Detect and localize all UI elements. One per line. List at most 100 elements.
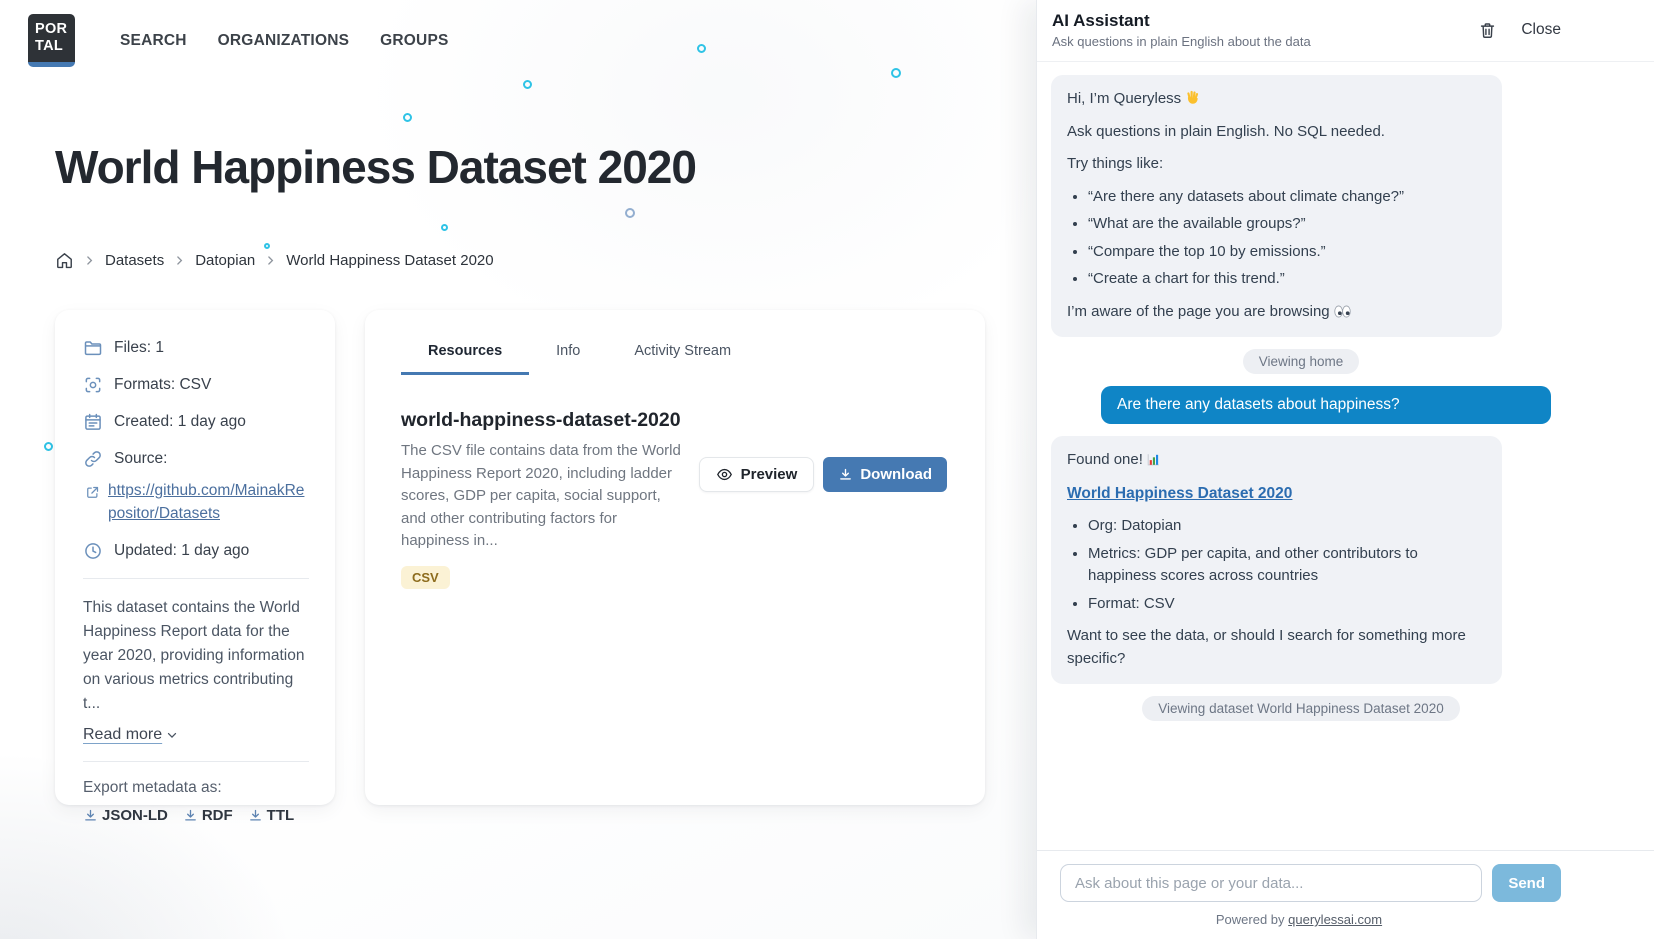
assistant-subtitle: Ask questions in plain English about the… — [1052, 34, 1311, 49]
export-ttl-link[interactable]: TTL — [248, 807, 295, 824]
chevron-right-icon — [173, 254, 186, 267]
trash-icon — [1478, 21, 1497, 40]
nav-item-organizations[interactable]: ORGANIZATIONS — [218, 32, 349, 50]
formats-value: Formats: CSV — [114, 376, 211, 394]
assistant-welcome-message: Hi, I’m Queryless Ask questions in plain… — [1051, 75, 1502, 337]
welcome-greeting: Hi, I’m Queryless — [1067, 90, 1181, 107]
resource-actions: Preview Download — [699, 457, 947, 492]
suggestion-item: “Are there any datasets about climate ch… — [1088, 186, 1486, 209]
nav-item-search[interactable]: SEARCH — [120, 32, 187, 50]
welcome-line3: Try things like: — [1067, 153, 1486, 176]
files-row: Files: 1 — [83, 338, 309, 358]
chevron-right-icon — [83, 254, 96, 267]
created-value: Created: 1 day ago — [114, 413, 246, 431]
read-more-link[interactable]: Read more — [83, 726, 179, 744]
source-link[interactable]: https://github.com/MainakRepositor/Datas… — [108, 479, 309, 526]
link-icon — [83, 449, 103, 469]
decorative-ring — [523, 80, 532, 89]
export-rdf-link[interactable]: RDF — [183, 807, 233, 824]
format-badge: CSV — [401, 566, 450, 589]
queryless-link[interactable]: querylessai.com — [1288, 912, 1382, 927]
chevron-right-icon — [264, 254, 277, 267]
export-format-label: TTL — [267, 807, 295, 824]
result-detail-item: Metrics: GDP per capita, and other contr… — [1088, 543, 1486, 588]
chevron-down-icon — [165, 728, 179, 742]
tab-info[interactable]: Info — [529, 332, 607, 375]
divider — [83, 578, 309, 579]
breadcrumb-current: World Happiness Dataset 2020 — [286, 252, 493, 269]
source-label: Source: — [114, 450, 167, 468]
export-format-label: RDF — [202, 807, 233, 824]
send-button[interactable]: Send — [1492, 864, 1561, 902]
context-pill-viewing-home: Viewing home — [1243, 349, 1360, 374]
main-content: POR TAL SEARCH ORGANIZATIONS GROUPS Worl… — [0, 0, 1036, 939]
files-value: Files: 1 — [114, 339, 164, 357]
decorative-ring — [403, 113, 412, 122]
chat-input-bar: Send Powered by querylessai.com — [1037, 850, 1654, 939]
user-message: Are there any datasets about happiness? — [1101, 386, 1551, 424]
source-link-row: https://github.com/MainakRepositor/Datas… — [85, 479, 309, 526]
resource-item: world-happiness-dataset-2020 The CSV fil… — [401, 409, 949, 589]
chat-input[interactable] — [1060, 864, 1482, 902]
read-more-label: Read more — [83, 726, 162, 744]
decorative-ring — [264, 243, 270, 249]
suggestion-item: “Compare the top 10 by emissions.” — [1088, 241, 1486, 264]
chat-messages[interactable]: Hi, I’m Queryless Ask questions in plain… — [1037, 62, 1561, 850]
close-button[interactable]: Close — [1521, 21, 1561, 39]
assistant-result-message: Found one! World Happiness Dataset 2020 … — [1051, 436, 1502, 684]
wave-emoji-icon — [1184, 89, 1201, 106]
updated-row: Updated: 1 day ago — [83, 541, 309, 561]
page-title: World Happiness Dataset 2020 — [55, 140, 696, 194]
tab-bar: Resources Info Activity Stream — [401, 332, 949, 375]
decorative-ring — [44, 442, 53, 451]
tab-activity-stream[interactable]: Activity Stream — [607, 332, 758, 375]
preview-button[interactable]: Preview — [699, 457, 815, 492]
export-metadata-label: Export metadata as: — [83, 779, 309, 797]
export-jsonld-link[interactable]: JSON-LD — [83, 807, 168, 824]
divider — [83, 761, 309, 762]
breadcrumb-datasets[interactable]: Datasets — [105, 252, 164, 269]
logo-text-line2: TAL — [35, 38, 75, 55]
suggestion-list: “Are there any datasets about climate ch… — [1067, 186, 1486, 291]
clear-chat-button[interactable] — [1478, 21, 1497, 40]
export-format-label: JSON-LD — [102, 807, 168, 824]
export-links: JSON-LD RDF TTL — [83, 807, 309, 824]
resource-description: The CSV file contains data from the Worl… — [401, 440, 686, 553]
dataset-result-link[interactable]: World Happiness Dataset 2020 — [1067, 485, 1292, 502]
nav-links: SEARCH ORGANIZATIONS GROUPS — [120, 32, 449, 50]
powered-by-label: Powered by — [1216, 912, 1288, 927]
result-detail-list: Org: Datopian Metrics: GDP per capita, a… — [1067, 515, 1486, 615]
welcome-closing: I’m aware of the page you are browsing — [1067, 303, 1330, 320]
result-intro: Found one! — [1067, 451, 1143, 468]
bar-chart-emoji-icon — [1146, 452, 1161, 467]
assistant-title: AI Assistant — [1052, 11, 1311, 31]
download-button[interactable]: Download — [823, 457, 947, 492]
clock-icon — [83, 541, 103, 561]
result-detail-item: Format: CSV — [1088, 593, 1486, 616]
external-link-icon — [85, 485, 100, 500]
download-label: Download — [860, 466, 932, 483]
tab-resources[interactable]: Resources — [401, 332, 529, 375]
download-icon — [183, 808, 198, 823]
powered-by: Powered by querylessai.com — [1037, 908, 1561, 939]
folder-icon — [83, 338, 103, 358]
ai-assistant-panel: AI Assistant Ask questions in plain Engl… — [1036, 0, 1654, 939]
dataset-info-card: Files: 1 Formats: CSV Created: 1 day ago… — [55, 310, 335, 805]
logo-text-line1: POR — [35, 21, 75, 38]
portal-logo[interactable]: POR TAL — [28, 14, 75, 67]
context-pill-viewing-dataset: Viewing dataset World Happiness Dataset … — [1142, 696, 1459, 721]
eye-icon — [716, 466, 733, 483]
nav-item-groups[interactable]: GROUPS — [380, 32, 448, 50]
resource-name: world-happiness-dataset-2020 — [401, 409, 949, 432]
dataset-description: This dataset contains the World Happines… — [83, 596, 309, 716]
top-navigation: POR TAL SEARCH ORGANIZATIONS GROUPS — [28, 14, 449, 67]
home-icon[interactable] — [55, 251, 74, 270]
decorative-ring — [625, 208, 635, 218]
suggestion-item: “Create a chart for this trend.” — [1088, 268, 1486, 291]
breadcrumb-datopian[interactable]: Datopian — [195, 252, 255, 269]
download-icon — [248, 808, 263, 823]
calendar-icon — [83, 412, 103, 432]
source-row: Source: — [83, 449, 309, 469]
suggestion-item: “What are the available groups?” — [1088, 213, 1486, 236]
download-icon — [838, 467, 853, 482]
